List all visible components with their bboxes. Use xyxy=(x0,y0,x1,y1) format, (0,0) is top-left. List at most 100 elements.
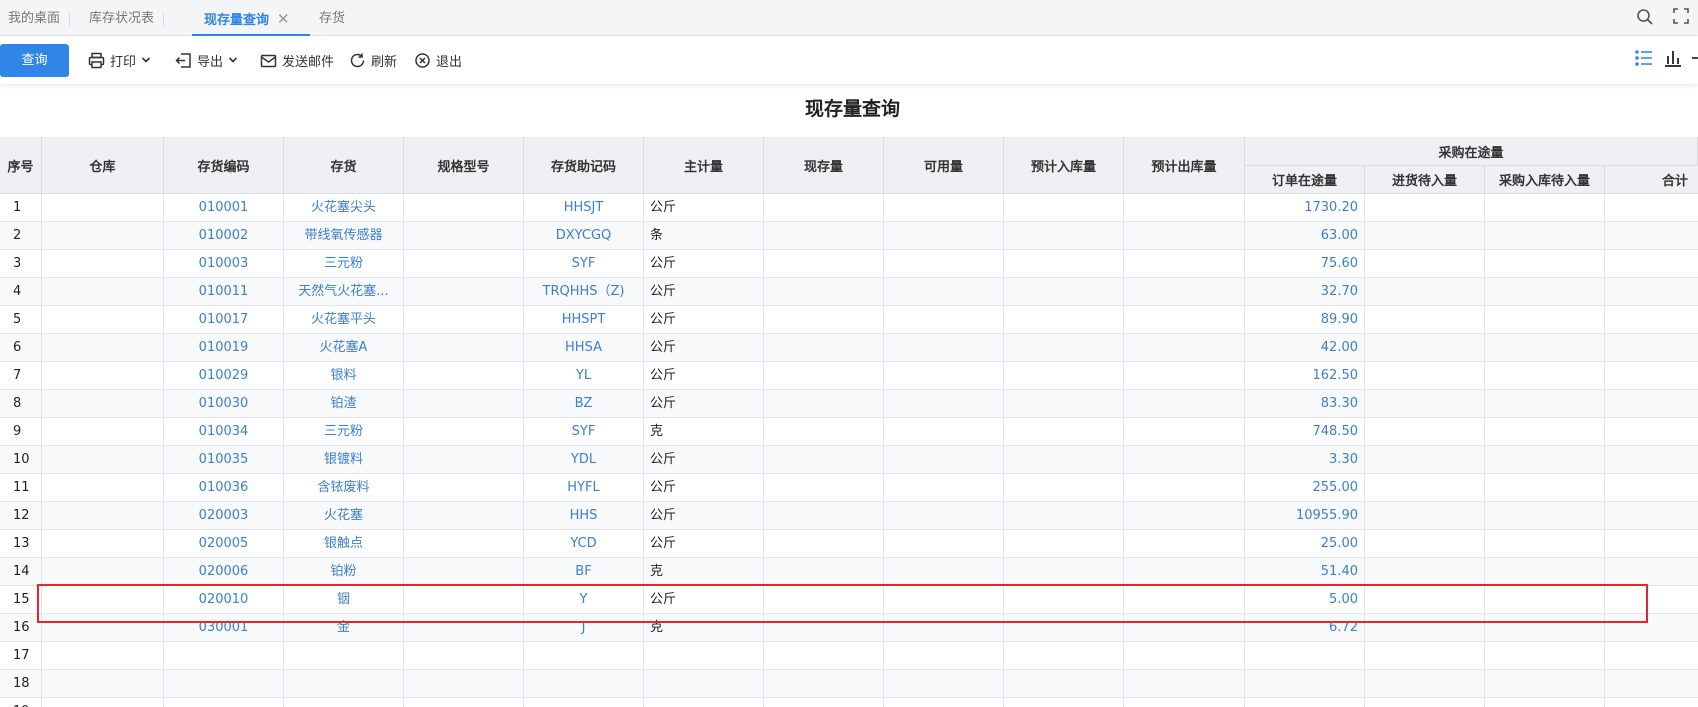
list-view-icon[interactable] xyxy=(1634,48,1656,70)
cell-code[interactable]: 010036 xyxy=(164,474,284,502)
cell-spec[interactable] xyxy=(404,278,524,306)
cell-mnemonic[interactable]: TRQHHS（Z) xyxy=(524,278,644,306)
cell-expected-in[interactable] xyxy=(1004,222,1124,250)
cell-name[interactable]: 天然气火花塞... xyxy=(284,278,404,306)
cell-spec[interactable] xyxy=(404,558,524,586)
cell-order-transit[interactable]: 25.00 xyxy=(1245,530,1365,558)
cell-expected-in[interactable] xyxy=(1004,502,1124,530)
cell-arrival-pending[interactable] xyxy=(1365,502,1485,530)
cell-expected-out[interactable] xyxy=(1124,194,1245,222)
cell-seq[interactable]: 4 xyxy=(0,278,42,306)
column-header-expected-in[interactable]: 预计入库量 xyxy=(1004,137,1124,194)
cell-expected-in[interactable] xyxy=(1004,306,1124,334)
cell-purchase-in-pending[interactable] xyxy=(1485,670,1605,698)
send-mail-button[interactable]: 发送邮件 xyxy=(260,49,334,71)
cell-seq[interactable]: 18 xyxy=(0,670,42,698)
cell-expected-out[interactable] xyxy=(1124,698,1245,707)
cell-seq[interactable]: 5 xyxy=(0,306,42,334)
cell-seq[interactable]: 17 xyxy=(0,642,42,670)
cell-code[interactable]: 010011 xyxy=(164,278,284,306)
cell-mnemonic[interactable]: HHSA xyxy=(524,334,644,362)
cell-total[interactable] xyxy=(1605,278,1698,306)
cell-code[interactable] xyxy=(164,670,284,698)
cell-expected-in[interactable] xyxy=(1004,390,1124,418)
cell-available[interactable] xyxy=(884,530,1004,558)
cell-expected-in[interactable] xyxy=(1004,446,1124,474)
cell-mnemonic[interactable]: SYF xyxy=(524,418,644,446)
cell-mnemonic[interactable]: SYF xyxy=(524,250,644,278)
column-header-warehouse[interactable]: 仓库 xyxy=(42,137,164,194)
column-header-total[interactable]: 合计 xyxy=(1605,166,1698,194)
cell-expected-out[interactable] xyxy=(1124,474,1245,502)
cell-spec[interactable] xyxy=(404,334,524,362)
cell-warehouse[interactable] xyxy=(42,502,164,530)
exit-button[interactable]: 退出 xyxy=(414,49,462,71)
cell-total[interactable] xyxy=(1605,474,1698,502)
column-header-order-transit[interactable]: 订单在途量 xyxy=(1245,166,1365,194)
cell-seq[interactable]: 10 xyxy=(0,446,42,474)
cell-warehouse[interactable] xyxy=(42,306,164,334)
cell-spec[interactable] xyxy=(404,670,524,698)
cell-total[interactable] xyxy=(1605,334,1698,362)
cell-order-transit[interactable]: 75.60 xyxy=(1245,250,1365,278)
column-header-code[interactable]: 存货编码 xyxy=(164,137,284,194)
cell-arrival-pending[interactable] xyxy=(1365,418,1485,446)
cell-code[interactable]: 010017 xyxy=(164,306,284,334)
cell-arrival-pending[interactable] xyxy=(1365,446,1485,474)
cell-seq[interactable]: 9 xyxy=(0,418,42,446)
cell-available[interactable] xyxy=(884,418,1004,446)
cell-expected-in[interactable] xyxy=(1004,334,1124,362)
cell-spec[interactable] xyxy=(404,194,524,222)
cell-warehouse[interactable] xyxy=(42,250,164,278)
tab-inventory-status[interactable]: 库存状况表 xyxy=(89,0,165,36)
cell-total[interactable] xyxy=(1605,558,1698,586)
column-header-unit[interactable]: 主计量 xyxy=(644,137,764,194)
cell-order-transit[interactable]: 10955.90 xyxy=(1245,502,1365,530)
cell-warehouse[interactable] xyxy=(42,698,164,707)
column-header-expected-out[interactable]: 预计出库量 xyxy=(1124,137,1245,194)
refresh-button[interactable]: 刷新 xyxy=(349,49,397,71)
cell-expected-in[interactable] xyxy=(1004,362,1124,390)
cell-warehouse[interactable] xyxy=(42,642,164,670)
cell-warehouse[interactable] xyxy=(42,362,164,390)
cell-mnemonic[interactable]: YL xyxy=(524,362,644,390)
cell-purchase-in-pending[interactable] xyxy=(1485,698,1605,707)
cell-code[interactable]: 010003 xyxy=(164,250,284,278)
cell-unit[interactable]: 公斤 xyxy=(644,390,764,418)
cell-arrival-pending[interactable] xyxy=(1365,642,1485,670)
cell-name[interactable]: 火花塞平头 xyxy=(284,306,404,334)
cell-arrival-pending[interactable] xyxy=(1365,306,1485,334)
cell-code[interactable]: 020006 xyxy=(164,558,284,586)
cell-onhand[interactable] xyxy=(764,418,884,446)
cell-purchase-in-pending[interactable] xyxy=(1485,250,1605,278)
cell-onhand[interactable] xyxy=(764,558,884,586)
cell-spec[interactable] xyxy=(404,250,524,278)
cell-onhand[interactable] xyxy=(764,334,884,362)
cell-expected-out[interactable] xyxy=(1124,530,1245,558)
table-row[interactable]: 18 xyxy=(0,670,1698,698)
table-row[interactable]: 4 010011 天然气火花塞... TRQHHS（Z) 公斤 32.70 xyxy=(0,278,1698,306)
cell-code[interactable] xyxy=(164,642,284,670)
cell-seq[interactable]: 6 xyxy=(0,334,42,362)
cell-available[interactable] xyxy=(884,194,1004,222)
cell-onhand[interactable] xyxy=(764,474,884,502)
cell-expected-out[interactable] xyxy=(1124,278,1245,306)
tab-inventory[interactable]: 存货 xyxy=(319,0,345,36)
cell-order-transit[interactable]: 3.30 xyxy=(1245,446,1365,474)
cell-available[interactable] xyxy=(884,390,1004,418)
cell-seq[interactable]: 13 xyxy=(0,530,42,558)
cell-code[interactable] xyxy=(164,698,284,707)
print-button[interactable]: 打印 xyxy=(88,49,151,71)
cell-unit[interactable]: 公斤 xyxy=(644,278,764,306)
cell-total[interactable] xyxy=(1605,446,1698,474)
cell-arrival-pending[interactable] xyxy=(1365,530,1485,558)
cell-order-transit[interactable] xyxy=(1245,642,1365,670)
cell-total[interactable] xyxy=(1605,362,1698,390)
cell-total[interactable] xyxy=(1605,502,1698,530)
cell-unit[interactable] xyxy=(644,670,764,698)
cell-available[interactable] xyxy=(884,306,1004,334)
cell-unit[interactable]: 公斤 xyxy=(644,334,764,362)
cell-available[interactable] xyxy=(884,698,1004,707)
table-row[interactable]: 13 020005 银触点 YCD 公斤 25.00 xyxy=(0,530,1698,558)
cell-total[interactable] xyxy=(1605,698,1698,707)
